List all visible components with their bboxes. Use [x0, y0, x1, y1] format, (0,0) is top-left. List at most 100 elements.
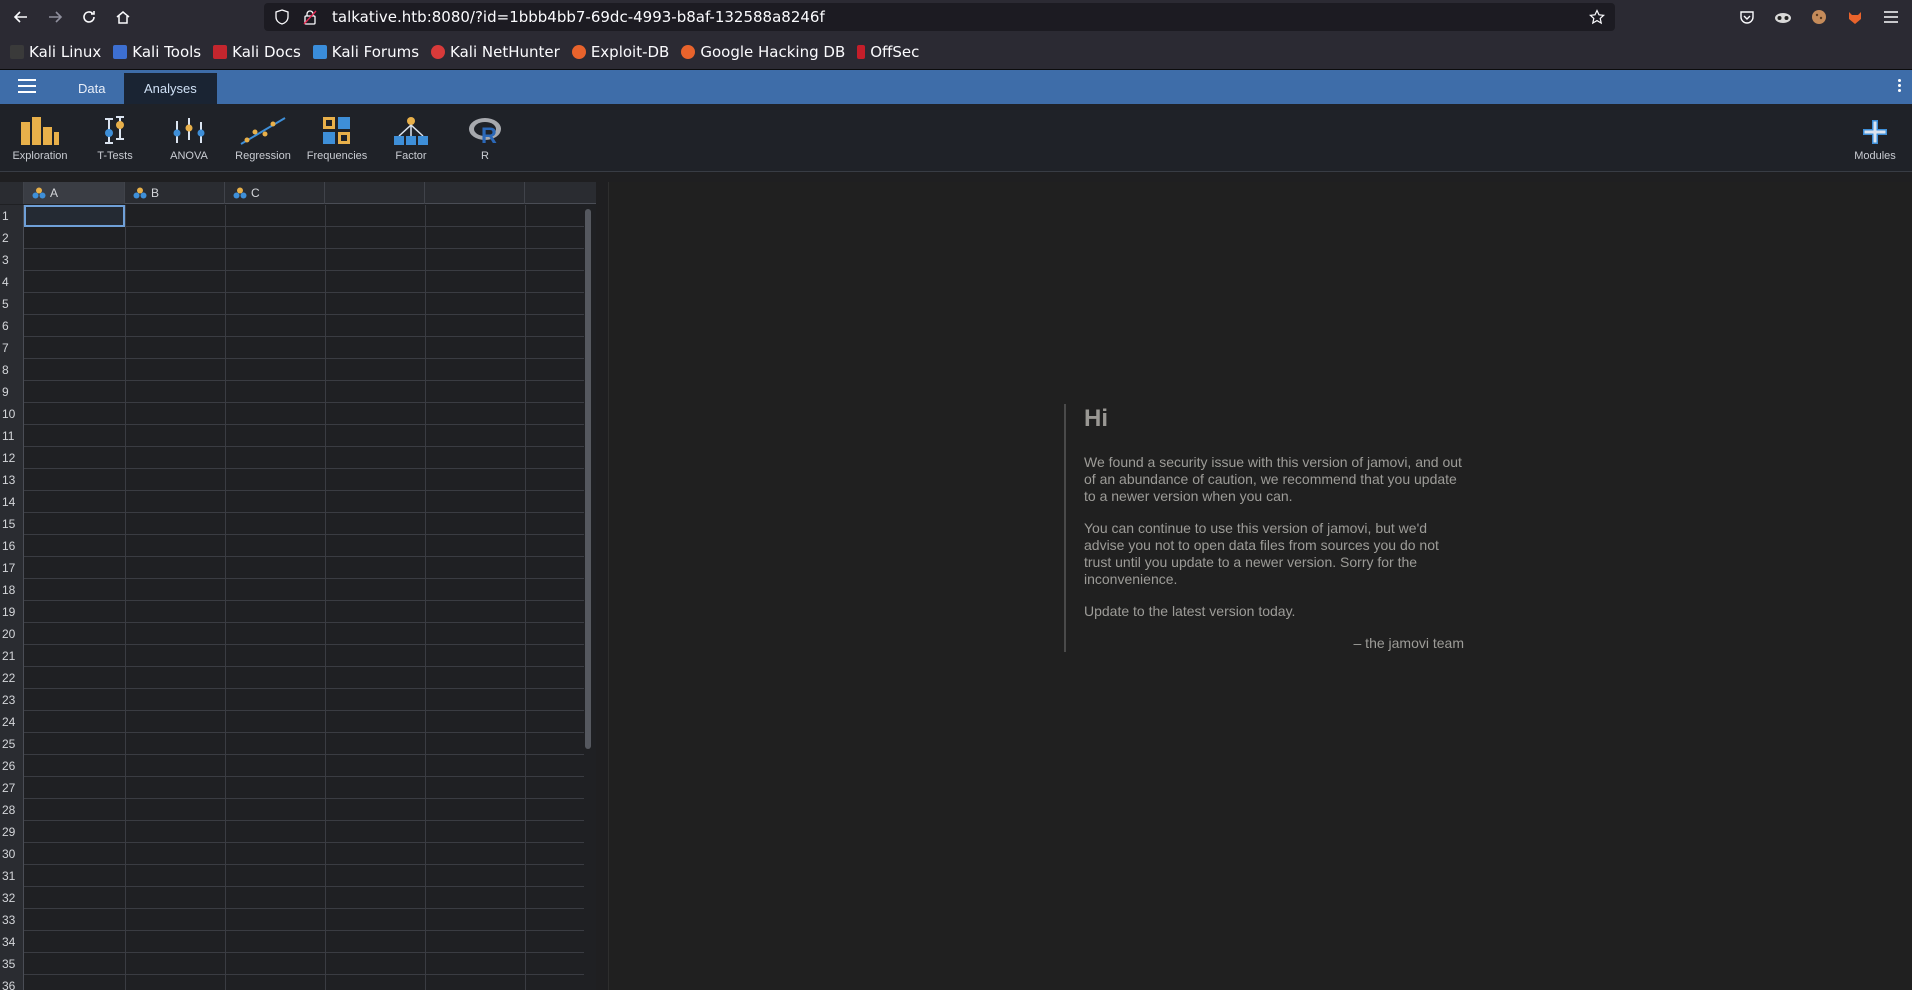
table-row[interactable]: 12 — [0, 447, 584, 469]
pocket-icon[interactable] — [1734, 4, 1760, 30]
selected-cell[interactable] — [24, 205, 125, 227]
row-number[interactable]: 18 — [0, 579, 24, 601]
row-number[interactable]: 7 — [0, 337, 24, 359]
row-number[interactable]: 2 — [0, 227, 24, 249]
tab-analyses[interactable]: Analyses — [124, 73, 217, 104]
regression-button[interactable]: Regression — [226, 112, 300, 162]
row-number[interactable]: 4 — [0, 271, 24, 293]
row-number[interactable]: 28 — [0, 799, 24, 821]
forward-button[interactable] — [42, 4, 68, 30]
table-row[interactable]: 19 — [0, 601, 584, 623]
column-header-empty[interactable] — [325, 182, 425, 204]
table-row[interactable]: 7 — [0, 337, 584, 359]
row-number[interactable]: 31 — [0, 865, 24, 887]
bookmark-star-icon[interactable] — [1589, 9, 1605, 30]
sheet-scrollbar[interactable] — [585, 209, 591, 749]
bookmark-google-hacking-db[interactable]: Google Hacking DB — [681, 43, 845, 61]
anova-button[interactable]: ANOVA — [152, 112, 226, 162]
table-row[interactable]: 27 — [0, 777, 584, 799]
corner-cell[interactable] — [0, 182, 24, 204]
row-number[interactable]: 33 — [0, 909, 24, 931]
main-menu-icon[interactable] — [18, 79, 36, 97]
extension-mask-icon[interactable] — [1770, 4, 1796, 30]
table-row[interactable]: 33 — [0, 909, 584, 931]
row-number[interactable]: 3 — [0, 249, 24, 271]
table-row[interactable]: 29 — [0, 821, 584, 843]
t-tests-button[interactable]: T-Tests — [78, 112, 152, 162]
table-row[interactable]: 5 — [0, 293, 584, 315]
row-number[interactable]: 29 — [0, 821, 24, 843]
home-button[interactable] — [110, 4, 136, 30]
column-header-empty[interactable] — [525, 182, 596, 204]
row-number[interactable]: 6 — [0, 315, 24, 337]
table-row[interactable]: 28 — [0, 799, 584, 821]
table-row[interactable]: 15 — [0, 513, 584, 535]
exploration-button[interactable]: Exploration — [3, 112, 77, 162]
table-row[interactable]: 20 — [0, 623, 584, 645]
reload-button[interactable] — [76, 4, 102, 30]
table-row[interactable]: 11 — [0, 425, 584, 447]
row-number[interactable]: 21 — [0, 645, 24, 667]
row-number[interactable]: 25 — [0, 733, 24, 755]
more-options-icon[interactable] — [1898, 79, 1902, 94]
table-row[interactable]: 14 — [0, 491, 584, 513]
row-number[interactable]: 14 — [0, 491, 24, 513]
app-menu-icon[interactable] — [1878, 4, 1904, 30]
row-number[interactable]: 19 — [0, 601, 24, 623]
data-spreadsheet[interactable]: A B C 1 2 3 4 5 6 7 8 9 10 11 12 13 14 15 16 17 18 19 20 21 2… — [0, 182, 596, 990]
extension-cookie-icon[interactable] — [1806, 4, 1832, 30]
table-row[interactable]: 8 — [0, 359, 584, 381]
table-row[interactable]: 3 — [0, 249, 584, 271]
row-number[interactable]: 34 — [0, 931, 24, 953]
table-row[interactable]: 17 — [0, 557, 584, 579]
table-row[interactable]: 24 — [0, 711, 584, 733]
table-row[interactable]: 31 — [0, 865, 584, 887]
bookmark-offsec[interactable]: OffSec — [857, 43, 919, 61]
table-row[interactable]: 9 — [0, 381, 584, 403]
table-row[interactable]: 2 — [0, 227, 584, 249]
bookmark-kali-forums[interactable]: Kali Forums — [312, 43, 419, 61]
table-row[interactable]: 34 — [0, 931, 584, 953]
row-number[interactable]: 12 — [0, 447, 24, 469]
bookmark-kali-nethunter[interactable]: Kali NetHunter — [431, 43, 560, 61]
bookmark-kali-docs[interactable]: Kali Docs — [213, 43, 301, 61]
table-row[interactable]: 22 — [0, 667, 584, 689]
row-number[interactable]: 10 — [0, 403, 24, 425]
table-row[interactable]: 32 — [0, 887, 584, 909]
table-row[interactable]: 36 — [0, 975, 584, 990]
row-number[interactable]: 30 — [0, 843, 24, 865]
row-number[interactable]: 16 — [0, 535, 24, 557]
row-number[interactable]: 11 — [0, 425, 24, 447]
url-bar[interactable]: talkative.htb:8080/?id=1bbb4bb7-69dc-499… — [264, 3, 1615, 31]
row-number[interactable]: 27 — [0, 777, 24, 799]
table-row[interactable]: 10 — [0, 403, 584, 425]
row-number[interactable]: 35 — [0, 953, 24, 975]
row-number[interactable]: 22 — [0, 667, 24, 689]
row-number[interactable]: 5 — [0, 293, 24, 315]
table-row[interactable]: 4 — [0, 271, 584, 293]
table-row[interactable]: 26 — [0, 755, 584, 777]
extension-fox-icon[interactable] — [1842, 4, 1868, 30]
r-button[interactable]: R R — [448, 112, 522, 162]
table-row[interactable]: 21 — [0, 645, 584, 667]
column-header-b[interactable]: B — [125, 182, 225, 204]
row-number[interactable]: 13 — [0, 469, 24, 491]
table-row[interactable]: 35 — [0, 953, 584, 975]
row-number[interactable]: 36 — [0, 975, 24, 990]
bookmark-kali-tools[interactable]: Kali Tools — [113, 43, 201, 61]
row-number[interactable]: 17 — [0, 557, 24, 579]
row-number[interactable]: 8 — [0, 359, 24, 381]
column-header-empty[interactable] — [425, 182, 525, 204]
column-header-a[interactable]: A — [24, 182, 125, 204]
row-number[interactable]: 9 — [0, 381, 24, 403]
column-header-c[interactable]: C — [225, 182, 325, 204]
row-number[interactable]: 1 — [0, 205, 24, 227]
shield-icon[interactable] — [274, 9, 290, 25]
row-number[interactable]: 23 — [0, 689, 24, 711]
row-number[interactable]: 15 — [0, 513, 24, 535]
row-number[interactable]: 20 — [0, 623, 24, 645]
tab-data[interactable]: Data — [58, 73, 125, 104]
row-number[interactable]: 24 — [0, 711, 24, 733]
table-row[interactable]: 23 — [0, 689, 584, 711]
table-row[interactable]: 25 — [0, 733, 584, 755]
